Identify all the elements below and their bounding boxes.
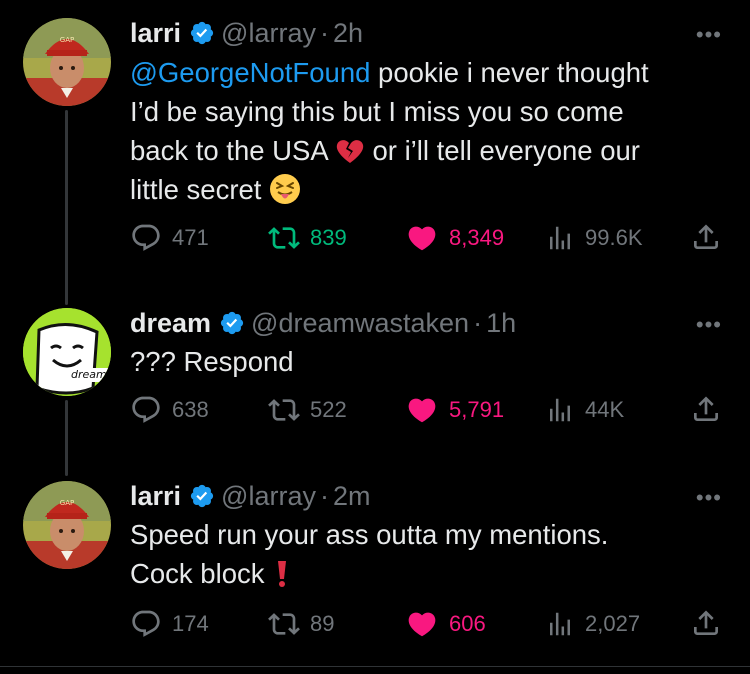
reply-icon — [132, 396, 160, 423]
text-fragment: or i’ll tell everyone our — [364, 135, 640, 166]
retweet-button[interactable]: 522 — [268, 392, 347, 428]
retweet-button[interactable]: 839 — [268, 220, 347, 256]
reply-count: 471 — [172, 225, 209, 250]
like-button[interactable]: 8,349 — [405, 220, 504, 256]
tweet-actions: 174 89 606 2,027 — [130, 606, 725, 642]
analytics-bars-icon — [550, 398, 570, 422]
tweet-text: @GeorgeNotFound pookie i never thought I… — [130, 53, 730, 209]
retweet-icon — [268, 613, 300, 635]
user-handle[interactable]: @dreamwastaken — [251, 308, 469, 339]
avatar[interactable]: GAP — [23, 18, 111, 106]
tweet-dream[interactable]: dream dream @dreamwastaken · 1h ••• ??? … — [0, 290, 750, 465]
broken-heart-icon — [335, 136, 365, 166]
share-button[interactable] — [690, 606, 722, 645]
share-upload-icon — [694, 224, 718, 249]
more-options-icon[interactable]: ••• — [696, 485, 722, 511]
share-upload-icon — [694, 396, 718, 421]
retweet-button[interactable]: 89 — [268, 606, 334, 642]
retweet-count: 839 — [310, 225, 347, 250]
heart-icon — [408, 398, 436, 423]
analytics-bars-icon — [550, 226, 570, 250]
tweet-text: Speed run your ass outta my mentions. Co… — [130, 515, 730, 593]
svg-text:GAP: GAP — [60, 36, 74, 44]
retweet-count: 89 — [310, 611, 335, 636]
like-count: 5,791 — [449, 397, 505, 422]
avatar[interactable]: dream — [23, 308, 111, 396]
display-name[interactable]: dream — [130, 308, 211, 339]
reply-button[interactable]: 174 — [130, 606, 209, 642]
avatar[interactable]: GAP — [23, 481, 111, 569]
display-name[interactable]: larri — [130, 481, 181, 512]
text-line: I’d be saying this but I miss you so com… — [130, 96, 624, 127]
retweet-count: 522 — [310, 397, 347, 422]
text-line: Speed run your ass outta my mentions. — [130, 519, 609, 550]
text-fragment: pookie i never thought — [370, 57, 649, 88]
views-count: 44K — [585, 397, 625, 422]
share-upload-icon — [694, 610, 718, 635]
tweet-actions: 471 839 8,349 99.6K — [130, 220, 725, 256]
text-line: ??? Respond — [130, 346, 294, 377]
reply-icon — [132, 610, 160, 637]
separator-dot: · — [319, 17, 329, 48]
user-handle[interactable]: @larray — [221, 481, 316, 512]
retweet-icon — [268, 399, 300, 421]
views-count: 2,027 — [585, 611, 641, 636]
share-button[interactable] — [690, 220, 722, 259]
views-count: 99.6K — [585, 225, 643, 250]
red-exclamation-icon — [272, 559, 302, 589]
more-options-icon[interactable]: ••• — [696, 312, 722, 338]
text-fragment: Cock block — [130, 558, 273, 589]
timestamp[interactable]: 2m — [333, 481, 371, 512]
squinting-face-with-tongue-icon — [269, 173, 301, 204]
divider — [0, 666, 750, 667]
views-button[interactable]: 99.6K — [545, 220, 643, 256]
avatar-label: dream — [71, 368, 107, 381]
share-button[interactable] — [690, 392, 722, 431]
tweet-header: larri @larray · 2m — [130, 478, 370, 514]
analytics-bars-icon — [550, 612, 570, 636]
like-count: 606 — [449, 611, 486, 636]
views-button[interactable]: 2,027 — [545, 606, 640, 642]
user-handle[interactable]: @larray — [221, 18, 316, 49]
separator-dot: · — [319, 480, 329, 511]
reply-button[interactable]: 471 — [130, 220, 209, 256]
like-button[interactable]: 5,791 — [405, 392, 504, 428]
views-button[interactable]: 44K — [545, 392, 624, 428]
tweet-larri-2[interactable]: GAP larri @larray · 2m ••• Speed run you… — [0, 463, 750, 666]
reply-icon — [132, 224, 160, 251]
verified-badge-icon — [189, 20, 215, 46]
tweet-header: larri @larray · 2h — [130, 15, 363, 51]
verified-badge-icon — [219, 310, 245, 336]
reply-count: 638 — [172, 397, 209, 422]
retweet-icon — [268, 227, 300, 249]
timestamp[interactable]: 1h — [486, 308, 516, 339]
like-button[interactable]: 606 — [405, 606, 486, 642]
verified-badge-icon — [189, 483, 215, 509]
heart-icon — [408, 226, 436, 251]
reply-button[interactable]: 638 — [130, 392, 209, 428]
display-name[interactable]: larri — [130, 18, 181, 49]
heart-icon — [408, 612, 436, 637]
tweet-actions: 638 522 5,791 44K — [130, 392, 725, 428]
timestamp[interactable]: 2h — [333, 18, 363, 49]
tweet-header: dream @dreamwastaken · 1h — [130, 305, 516, 341]
mention-link[interactable]: @GeorgeNotFound — [130, 57, 370, 88]
text-fragment: little secret — [130, 174, 270, 205]
more-options-icon[interactable]: ••• — [696, 22, 722, 48]
tweet-larri-1[interactable]: GAP larri @larray · 2h ••• @GeorgeNotFou… — [0, 0, 750, 290]
svg-text:GAP: GAP — [60, 499, 74, 507]
reply-count: 174 — [172, 611, 209, 636]
tweet-text: ??? Respond — [130, 342, 730, 381]
text-fragment: back to the USA — [130, 135, 335, 166]
separator-dot: · — [473, 307, 483, 338]
like-count: 8,349 — [449, 225, 505, 250]
